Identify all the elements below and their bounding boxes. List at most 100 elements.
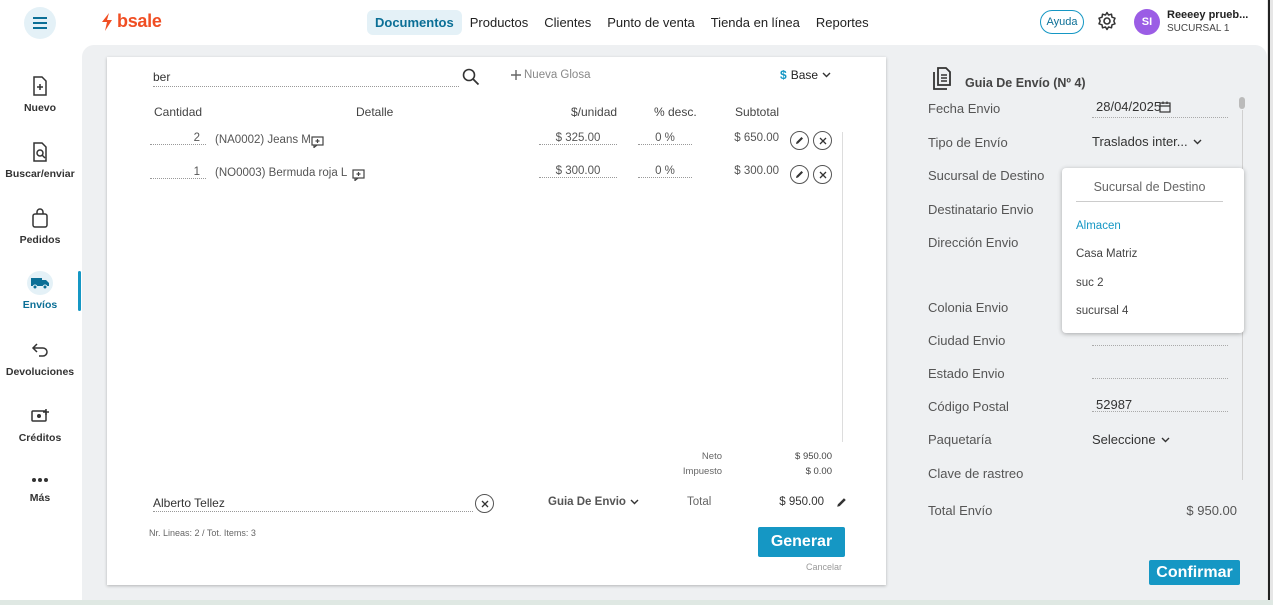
total-envio-label: Total Envío: [928, 503, 993, 518]
net-label: Neto: [701, 451, 722, 462]
currency-label: Base: [790, 68, 819, 82]
remove-row-button[interactable]: [813, 131, 832, 150]
branch-option-casa-matriz[interactable]: Casa Matriz: [1076, 248, 1137, 260]
row-unit-price-input[interactable]: $ 325.00: [539, 132, 617, 145]
sidebar-item-envios[interactable]: Envíos: [0, 271, 80, 311]
colonia-envio-label: Colonia Envio: [928, 300, 1009, 315]
panel-scrollbar-thumb[interactable]: [1239, 97, 1245, 109]
nav-documentos[interactable]: Documentos: [367, 10, 462, 35]
branch-option-suc-2[interactable]: suc 2: [1076, 277, 1104, 289]
add-comment-icon[interactable]: [352, 169, 365, 181]
document-type-selector[interactable]: Guia De Envio: [548, 496, 639, 508]
codigo-postal-label: Código Postal: [928, 399, 1009, 414]
settings-button[interactable]: [1097, 11, 1117, 36]
sidebar: Nuevo Buscar/enviar Pedidos Envíos Devol…: [0, 45, 82, 605]
shipping-panel-title: Guia De Envío (Nº 4): [965, 76, 1086, 90]
chevron-down-icon: [822, 72, 831, 78]
nav-tienda-en-linea[interactable]: Tienda en línea: [703, 10, 808, 35]
sidebar-item-label: Nuevo: [23, 102, 57, 114]
column-header-discount: % desc.: [654, 105, 697, 119]
nav-clientes[interactable]: Clientes: [536, 10, 599, 35]
branch-option-almacen[interactable]: Almacen: [1076, 220, 1121, 232]
sucursal-destino-label: Sucursal de Destino: [928, 168, 1045, 183]
sidebar-item-mas[interactable]: Más: [0, 473, 80, 504]
search-icon: [462, 68, 480, 86]
window-border: [1268, 0, 1270, 605]
edit-row-button[interactable]: [790, 131, 809, 150]
sidebar-item-nuevo[interactable]: Nuevo: [0, 75, 80, 114]
row-subtotal: $ 300.00: [734, 165, 779, 177]
nav-reportes[interactable]: Reportes: [808, 10, 877, 35]
bsale-logo[interactable]: bsale: [100, 11, 162, 32]
codigo-postal-underline: [1092, 411, 1228, 412]
remove-row-button[interactable]: [813, 165, 832, 184]
total-label: Total: [687, 496, 712, 508]
client-input[interactable]: Alberto Tellez: [153, 494, 473, 512]
search-document-icon: [33, 142, 47, 162]
chevron-down-icon: [630, 499, 639, 505]
sidebar-item-buscar-enviar[interactable]: Buscar/enviar: [0, 141, 80, 180]
more-dots-icon: [32, 478, 48, 482]
truck-icon: [31, 278, 49, 290]
product-search-input[interactable]: ber: [153, 67, 459, 87]
search-button[interactable]: [462, 68, 480, 91]
row-discount-input[interactable]: 0 %: [638, 132, 692, 145]
row-detail: (NO0003) Bermuda roja L: [215, 167, 348, 179]
chevron-down-icon: [1161, 437, 1170, 442]
top-navigation: Documentos Productos Clientes Punto de v…: [367, 10, 877, 35]
user-branch: SUCURSAL 1: [1167, 23, 1230, 34]
sidebar-item-devoluciones[interactable]: Devoluciones: [0, 339, 80, 378]
hamburger-menu-button[interactable]: [24, 7, 56, 39]
fecha-envio-input[interactable]: 28/04/2025: [1096, 99, 1161, 114]
currency-symbol: $: [780, 68, 787, 82]
add-comment-icon[interactable]: [311, 136, 324, 148]
row-unit-price-input[interactable]: $ 300.00: [539, 165, 617, 178]
bsale-logo-icon: [102, 12, 112, 31]
help-button[interactable]: Ayuda: [1040, 10, 1084, 34]
user-avatar[interactable]: SI: [1134, 9, 1160, 35]
sidebar-item-pedidos[interactable]: Pedidos: [0, 207, 80, 246]
top-bar: bsale Documentos Productos Clientes Punt…: [0, 0, 1273, 45]
row-discount-input[interactable]: 0 %: [638, 165, 692, 178]
nav-productos[interactable]: Productos: [462, 10, 537, 35]
edit-row-button[interactable]: [790, 165, 809, 184]
calendar-icon[interactable]: [1159, 101, 1171, 113]
edit-total-button[interactable]: [836, 495, 847, 513]
row-qty-input[interactable]: 2: [150, 132, 206, 145]
close-icon: [819, 171, 826, 178]
ciudad-envio-input[interactable]: [1092, 345, 1228, 346]
sidebar-item-label: Más: [29, 492, 51, 504]
branch-dropdown: Sucursal de Destino Almacen Casa Matriz …: [1062, 168, 1244, 333]
tipo-envio-select[interactable]: Traslados inter...: [1092, 134, 1202, 149]
close-icon: [819, 137, 826, 144]
clear-client-button[interactable]: [475, 494, 494, 513]
new-gloss-button[interactable]: Nueva Glosa: [511, 69, 590, 81]
tax-value: $ 0.00: [805, 466, 832, 477]
tipo-envio-label: Tipo de Envío: [928, 135, 1008, 150]
column-header-qty: Cantidad: [154, 105, 203, 119]
codigo-postal-input[interactable]: 52987: [1096, 397, 1132, 412]
confirm-button[interactable]: Confirmar: [1149, 560, 1240, 585]
bag-icon: [32, 208, 48, 228]
direccion-envio-label: Dirección Envio: [928, 235, 1019, 250]
row-subtotal: $ 650.00: [734, 132, 779, 144]
branch-option-sucursal-4[interactable]: sucursal 4: [1076, 305, 1128, 317]
ciudad-envio-label: Ciudad Envio: [928, 333, 1006, 348]
row-qty-input[interactable]: 1: [150, 166, 206, 179]
sidebar-item-creditos[interactable]: Créditos: [0, 405, 80, 444]
fecha-envio-underline: [1092, 117, 1228, 118]
user-name[interactable]: Reeeey prueb...: [1167, 9, 1248, 21]
client-name[interactable]: Alberto Tellez: [153, 496, 225, 510]
credit-icon: [31, 409, 49, 422]
currency-selector[interactable]: $ Base: [780, 68, 831, 82]
chevron-down-icon: [1193, 139, 1202, 144]
new-gloss-label: Nueva Glosa: [524, 69, 591, 81]
generate-button[interactable]: Generar: [758, 527, 845, 557]
estado-envio-input[interactable]: [1092, 378, 1228, 379]
paqueteria-select[interactable]: Seleccione: [1092, 432, 1170, 447]
return-arrow-icon: [31, 343, 48, 357]
cancel-link[interactable]: Cancelar: [806, 562, 842, 572]
nav-punto-de-venta[interactable]: Punto de venta: [599, 10, 702, 35]
clave-rastreo-label: Clave de rastreo: [928, 466, 1024, 481]
search-value[interactable]: ber: [153, 70, 170, 84]
